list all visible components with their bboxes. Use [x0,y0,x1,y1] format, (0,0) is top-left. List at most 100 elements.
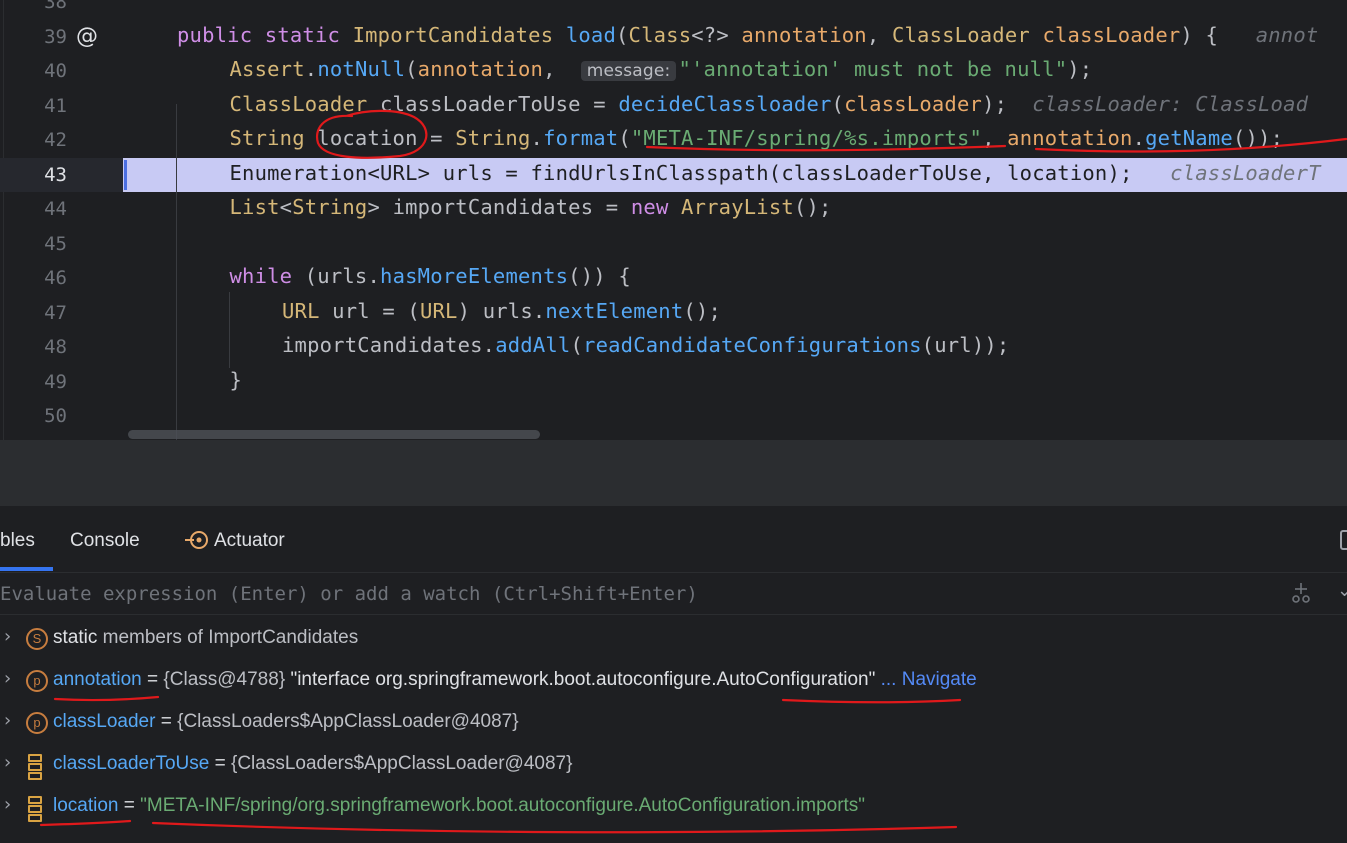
debug-tabs: bles Console Actuator [0,506,1347,573]
equals: = [141,669,164,690]
line-number: 39 [44,25,67,48]
variable-value: {Class@4788} [163,669,291,690]
chevron-right-icon[interactable]: › [4,626,11,647]
code-token: url = ( [332,298,420,323]
code-token: , [543,57,581,81]
code-token: ( [831,91,845,116]
variable-name: classLoaderToUse [53,753,210,774]
actuator-icon [185,528,209,558]
code-line[interactable]: 48 importCandidates.addAll(readCandidateC… [0,330,1347,365]
code-token: classLoader [1042,22,1181,47]
code-token: URL [419,298,458,323]
code-token: , [866,22,892,47]
chevron-down-icon[interactable]: ⌄ [1337,580,1347,601]
code-token: (); [683,298,722,323]
code-text: } [230,368,243,392]
code-token: while [229,264,305,288]
code-token: format [543,126,619,150]
code-line[interactable]: 38 [0,0,1347,20]
code-token: String [455,126,531,150]
code-line[interactable]: 40 Assert.notNull(annotation, message: "'a… [0,54,1347,89]
code-token: (url)); [921,333,1010,357]
equals: = [209,753,231,774]
panel-separator [0,440,1347,506]
tab-console[interactable]: Console [70,530,140,552]
code-token: new [630,195,682,219]
evaluate-expression-input[interactable] [0,580,1270,608]
line-number: 40 [44,60,67,82]
implementation-marker-icon[interactable]: @ [76,24,98,49]
code-line[interactable]: 46 while (urls.hasMoreElements()) { [0,261,1347,296]
text-caret [124,159,127,190]
inline-value-hint: classLoader: ClassLoad [1032,91,1309,116]
evaluate-bar: ⌄ [0,572,1347,615]
code-line[interactable]: 41 ClassLoader classLoaderToUse = decideC… [0,89,1347,124]
code-line[interactable]: 42 String location = String.format("META-… [0,123,1347,158]
code-token: ClassLoader [229,91,381,116]
indent-guide [176,104,177,440]
equals: = [118,795,141,816]
code-text: Assert.notNull(annotation, message: "'ann… [230,57,1093,81]
chevron-right-icon[interactable]: › [4,710,11,731]
line-number: 43 [44,163,67,186]
chevron-right-icon[interactable]: › [4,794,11,815]
code-token: Enumeration<URL> urls = findUrlsInClassp… [229,160,1171,185]
line-number: 42 [44,129,67,151]
code-token: nextElement [545,298,684,323]
code-token: addAll [495,333,571,357]
line-number: 41 [44,94,67,117]
code-text: ClassLoader classLoaderToUse = decideCla… [230,92,1309,116]
line-number: 38 [44,0,67,13]
code-token: notNull [317,57,406,81]
navigate-link[interactable]: ... Navigate [875,669,977,690]
code-token: (); [793,195,832,219]
code-line[interactable]: 45 [0,227,1347,262]
inline-value-hint: annot [1255,22,1319,47]
code-text: Enumeration<URL> urls = findUrlsInClassp… [230,161,1321,185]
variable-row[interactable]: › p classLoader = {ClassLoaders$AppClass… [0,702,1347,744]
variable-string-value: "META-INF/spring/org.springframework.boo… [140,795,866,816]
code-token: Class [628,22,692,47]
tab-actuator[interactable]: Actuator [214,530,285,552]
code-line[interactable]: 43 Enumeration<URL> urls = findUrlsInClas… [0,157,1347,192]
code-line[interactable]: 49} [0,365,1347,400]
parameter-hint: message: [580,61,677,81]
code-token: hasMoreElements [380,264,569,288]
code-line[interactable]: 39 @ public static ImportCandidates load(C… [0,20,1347,55]
variable-row[interactable]: › classLoaderToUse = {ClassLoaders$AppCl… [0,744,1347,786]
code-token: String [229,126,318,150]
layout-icon[interactable] [1340,530,1347,550]
variable-row[interactable]: › S static members of ImportCandidates [0,618,1347,660]
code-token: classLoaderToUse = [380,91,619,116]
horizontal-scrollbar[interactable] [128,430,540,439]
code-token: ClassLoader [891,22,1043,47]
code-token: public static [177,22,353,47]
variable-row[interactable]: › location = "META-INF/spring/org.spring… [0,786,1347,828]
chevron-right-icon[interactable]: › [4,752,11,773]
code-token: classLoader [844,91,983,116]
code-token: , [982,126,1008,150]
line-number: 46 [44,267,67,289]
code-token: ()); [1232,126,1284,150]
code-token: < [279,195,293,219]
code-editor[interactable]: 38 39 @ public static ImportCandidates load… [0,0,1347,440]
line-number: 44 [44,198,67,220]
add-watch-icon[interactable] [1290,582,1312,609]
code-line[interactable]: 44 List<String> importCandidates = new Ar… [0,192,1347,227]
line-number: 50 [44,405,67,427]
tab-variables[interactable]: bles [0,530,35,552]
variable-name: location [53,795,119,816]
code-token: ) urls. [457,298,546,323]
code-line[interactable]: 47 URL url = (URL) urls.nextElement(); [0,296,1347,331]
code-token: . [304,57,318,81]
code-text: public static ImportCandidates load(Clas… [177,23,1318,47]
indent-guide [229,292,230,368]
code-text: while (urls.hasMoreElements()) { [230,264,631,288]
code-token: decideClassloader [618,91,832,116]
chevron-right-icon[interactable]: › [4,668,11,689]
line-number: 45 [44,232,67,255]
variable-text: classLoader = {ClassLoaders$AppClassLoad… [53,711,519,733]
variable-row[interactable]: › p annotation = {Class@4788} "interface… [0,660,1347,702]
code-text: URL url = (URL) urls.nextElement(); [282,299,721,323]
code-line[interactable]: 50 [0,399,1347,434]
